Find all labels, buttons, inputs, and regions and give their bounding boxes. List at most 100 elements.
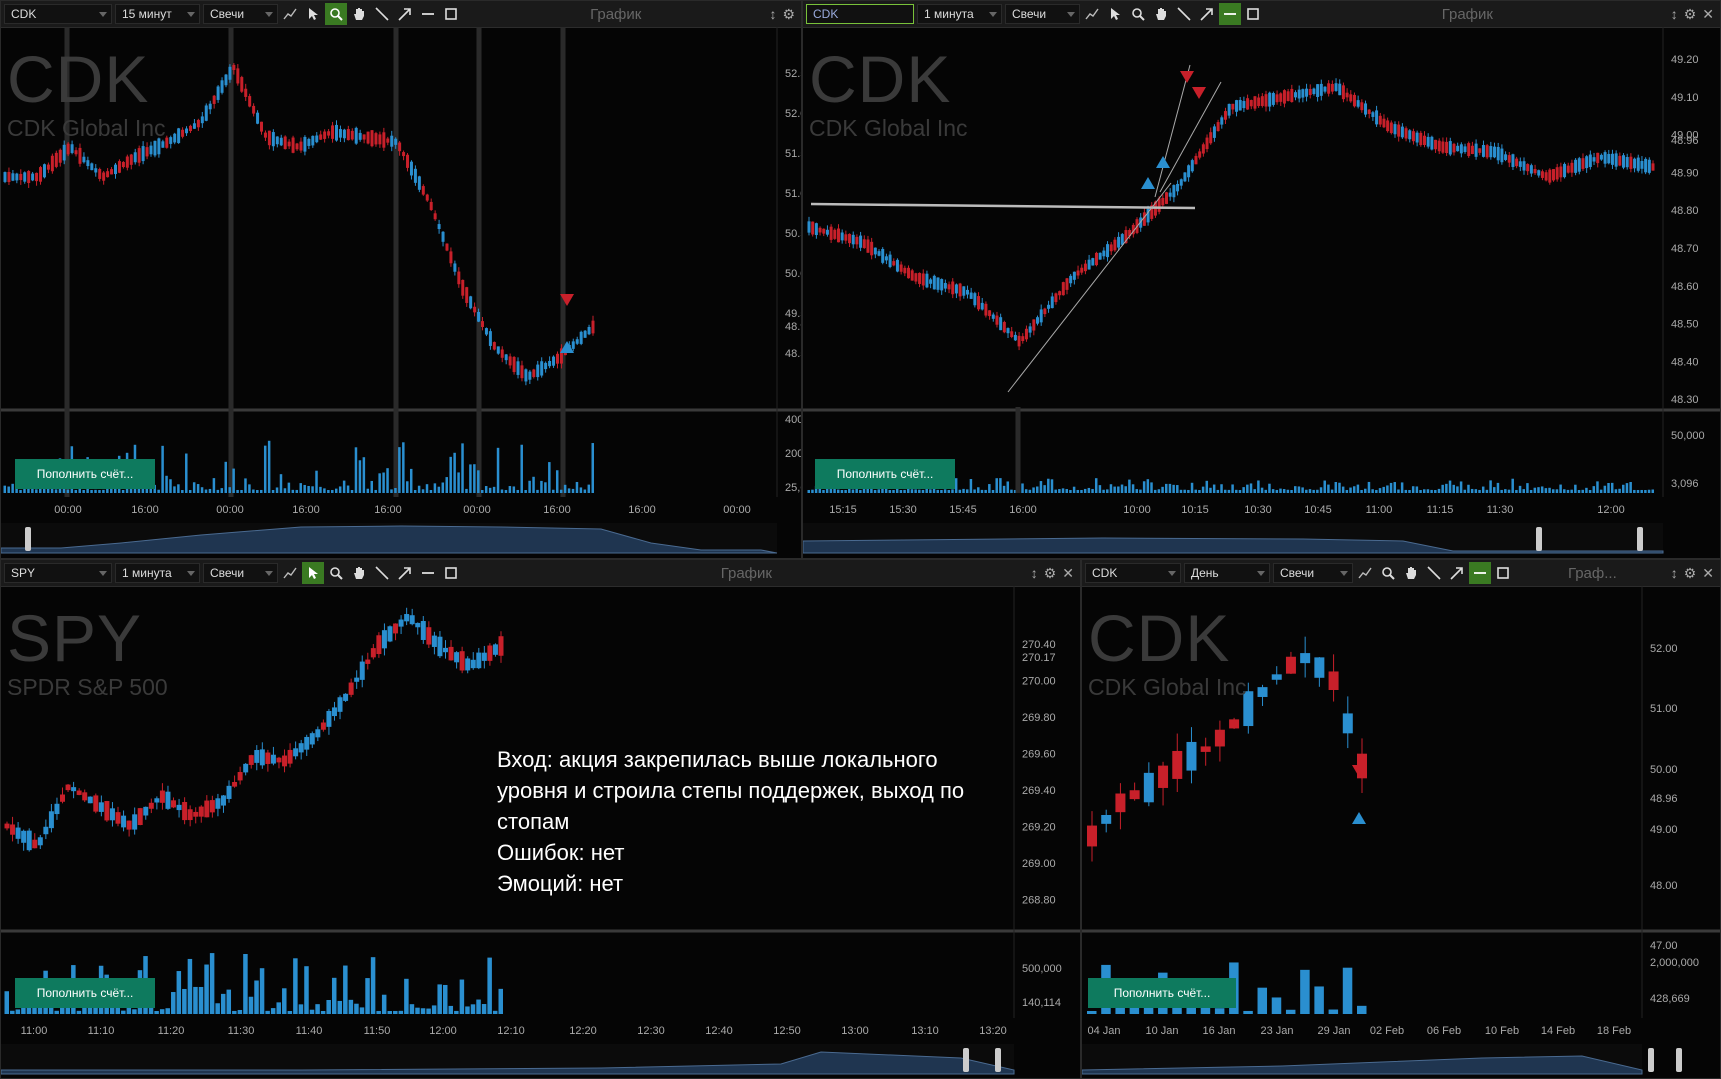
candle-body — [1312, 88, 1316, 94]
line-icon[interactable] — [371, 562, 393, 584]
crosshair-icon[interactable] — [279, 562, 301, 584]
double-arrow-icon[interactable]: ↕ — [769, 6, 776, 22]
arrow-icon[interactable] — [1196, 3, 1218, 25]
chevron-down-icon[interactable] — [99, 12, 107, 17]
rectangle-icon[interactable] — [1492, 562, 1514, 584]
candle-body — [386, 138, 390, 143]
crosshair-icon[interactable] — [279, 3, 301, 25]
chevron-down-icon[interactable] — [187, 12, 195, 17]
hand-icon[interactable] — [1150, 3, 1172, 25]
candle-body — [1102, 250, 1106, 257]
interval-select[interactable]: День — [1184, 563, 1270, 583]
volume-bar — [1588, 489, 1592, 493]
hand-icon[interactable] — [348, 3, 370, 25]
candle-body — [1452, 143, 1456, 153]
cursor-icon[interactable] — [302, 3, 324, 25]
price-chart[interactable]: 52.00 51.00 50.00 49.00 48.00 47.00 48.96 2,000… — [1082, 586, 1720, 1078]
chevron-down-icon[interactable] — [187, 571, 195, 576]
hline-icon[interactable] — [417, 3, 439, 25]
double-arrow-icon[interactable]: ↕ — [1671, 565, 1678, 581]
fund-account-button[interactable]: Пополнить счёт... — [15, 459, 155, 489]
volume-bar — [571, 488, 575, 493]
rectangle-icon[interactable] — [440, 562, 462, 584]
volume-bar — [811, 489, 814, 493]
gear-icon[interactable]: ⚙ — [782, 6, 795, 23]
hand-icon[interactable] — [348, 562, 370, 584]
symbol-input[interactable]: SPY — [4, 563, 112, 583]
hline-icon[interactable] — [1469, 562, 1491, 584]
candle-body — [1448, 141, 1452, 155]
volume-bar — [995, 478, 998, 493]
arrow-icon[interactable] — [394, 3, 416, 25]
chart-type-select[interactable]: Свечи — [1005, 4, 1080, 24]
chevron-down-icon[interactable] — [1067, 12, 1075, 17]
gear-icon[interactable]: ⚙ — [1684, 6, 1697, 23]
line-icon[interactable] — [1423, 562, 1445, 584]
line-icon[interactable] — [371, 3, 393, 25]
candle-body — [187, 809, 193, 821]
volume-bar — [587, 484, 591, 493]
chevron-down-icon[interactable] — [99, 571, 107, 576]
zoom-icon[interactable] — [1377, 562, 1399, 584]
time-tick: 23 Jan — [1260, 1025, 1293, 1037]
arrow-icon[interactable] — [394, 562, 416, 584]
symbol-input[interactable]: CDK — [4, 4, 112, 24]
volume-bar — [1319, 487, 1323, 493]
candle-body — [337, 697, 343, 712]
chart-type-select[interactable]: Свечи — [203, 563, 278, 583]
fund-account-button[interactable]: Пополнить счёт... — [15, 978, 155, 1008]
volume-bar — [851, 489, 855, 493]
close-icon[interactable]: ✕ — [1062, 565, 1074, 582]
rectangle-icon[interactable] — [1242, 3, 1264, 25]
chart-type-select[interactable]: Свечи — [203, 4, 278, 24]
cursor-icon[interactable] — [1104, 3, 1126, 25]
chevron-down-icon[interactable] — [265, 571, 273, 576]
chevron-down-icon[interactable] — [1168, 571, 1176, 576]
candle-body — [270, 754, 276, 764]
line-icon[interactable] — [1173, 3, 1195, 25]
close-icon[interactable]: ✕ — [1702, 6, 1714, 23]
hand-icon[interactable] — [1400, 562, 1422, 584]
hline-icon[interactable] — [1219, 3, 1241, 25]
interval-select[interactable]: 15 минут — [115, 4, 200, 24]
close-icon[interactable]: ✕ — [1702, 565, 1714, 582]
chevron-down-icon[interactable] — [1340, 571, 1348, 576]
zoom-icon[interactable] — [1127, 3, 1149, 25]
gear-icon[interactable]: ⚙ — [1044, 565, 1057, 582]
candle-body — [437, 224, 441, 230]
candle-body — [394, 138, 398, 145]
volume-bar — [362, 457, 366, 493]
fund-account-button[interactable]: Пополнить счёт... — [1088, 978, 1236, 1008]
candle-body — [433, 213, 437, 220]
double-arrow-icon[interactable]: ↕ — [1671, 6, 1678, 22]
volume-bar — [536, 489, 539, 493]
crosshair-icon[interactable] — [1354, 562, 1376, 584]
rectangle-icon[interactable] — [440, 3, 462, 25]
candle-body — [132, 814, 138, 830]
crosshair-icon[interactable] — [1081, 3, 1103, 25]
volume-bar — [338, 486, 342, 493]
zoom-icon[interactable] — [325, 562, 347, 584]
gear-icon[interactable]: ⚙ — [1684, 565, 1697, 582]
volume-bar — [334, 488, 338, 493]
candle-body — [165, 791, 171, 809]
fund-account-button[interactable]: Пополнить счёт... — [815, 459, 955, 489]
candle-body — [11, 173, 15, 181]
chevron-down-icon[interactable] — [265, 12, 273, 17]
candle-body — [988, 310, 992, 317]
hline-icon[interactable] — [417, 562, 439, 584]
arrow-icon[interactable] — [1446, 562, 1468, 584]
chart-type-select[interactable]: Свечи — [1273, 563, 1353, 583]
symbol-input[interactable]: CDK — [806, 4, 914, 24]
interval-select[interactable]: 1 минута — [115, 563, 200, 583]
price-chart[interactable]: 52.5 52.0 51.5 51.0 50.5 50.0 49.5 48.5 48.9 400 2… — [1, 27, 801, 558]
zoom-icon[interactable] — [325, 3, 347, 25]
chevron-down-icon[interactable] — [989, 12, 997, 17]
symbol-input[interactable]: CDK — [1085, 563, 1181, 583]
candle-body — [1297, 89, 1301, 99]
cursor-icon[interactable] — [302, 562, 324, 584]
interval-select[interactable]: 1 минута — [917, 4, 1002, 24]
price-chart[interactable]: 49.20 49.10 49.00 48.90 48.80 48.70 48.60 48.50… — [803, 27, 1720, 558]
chevron-down-icon[interactable] — [1257, 571, 1265, 576]
double-arrow-icon[interactable]: ↕ — [1031, 565, 1038, 581]
